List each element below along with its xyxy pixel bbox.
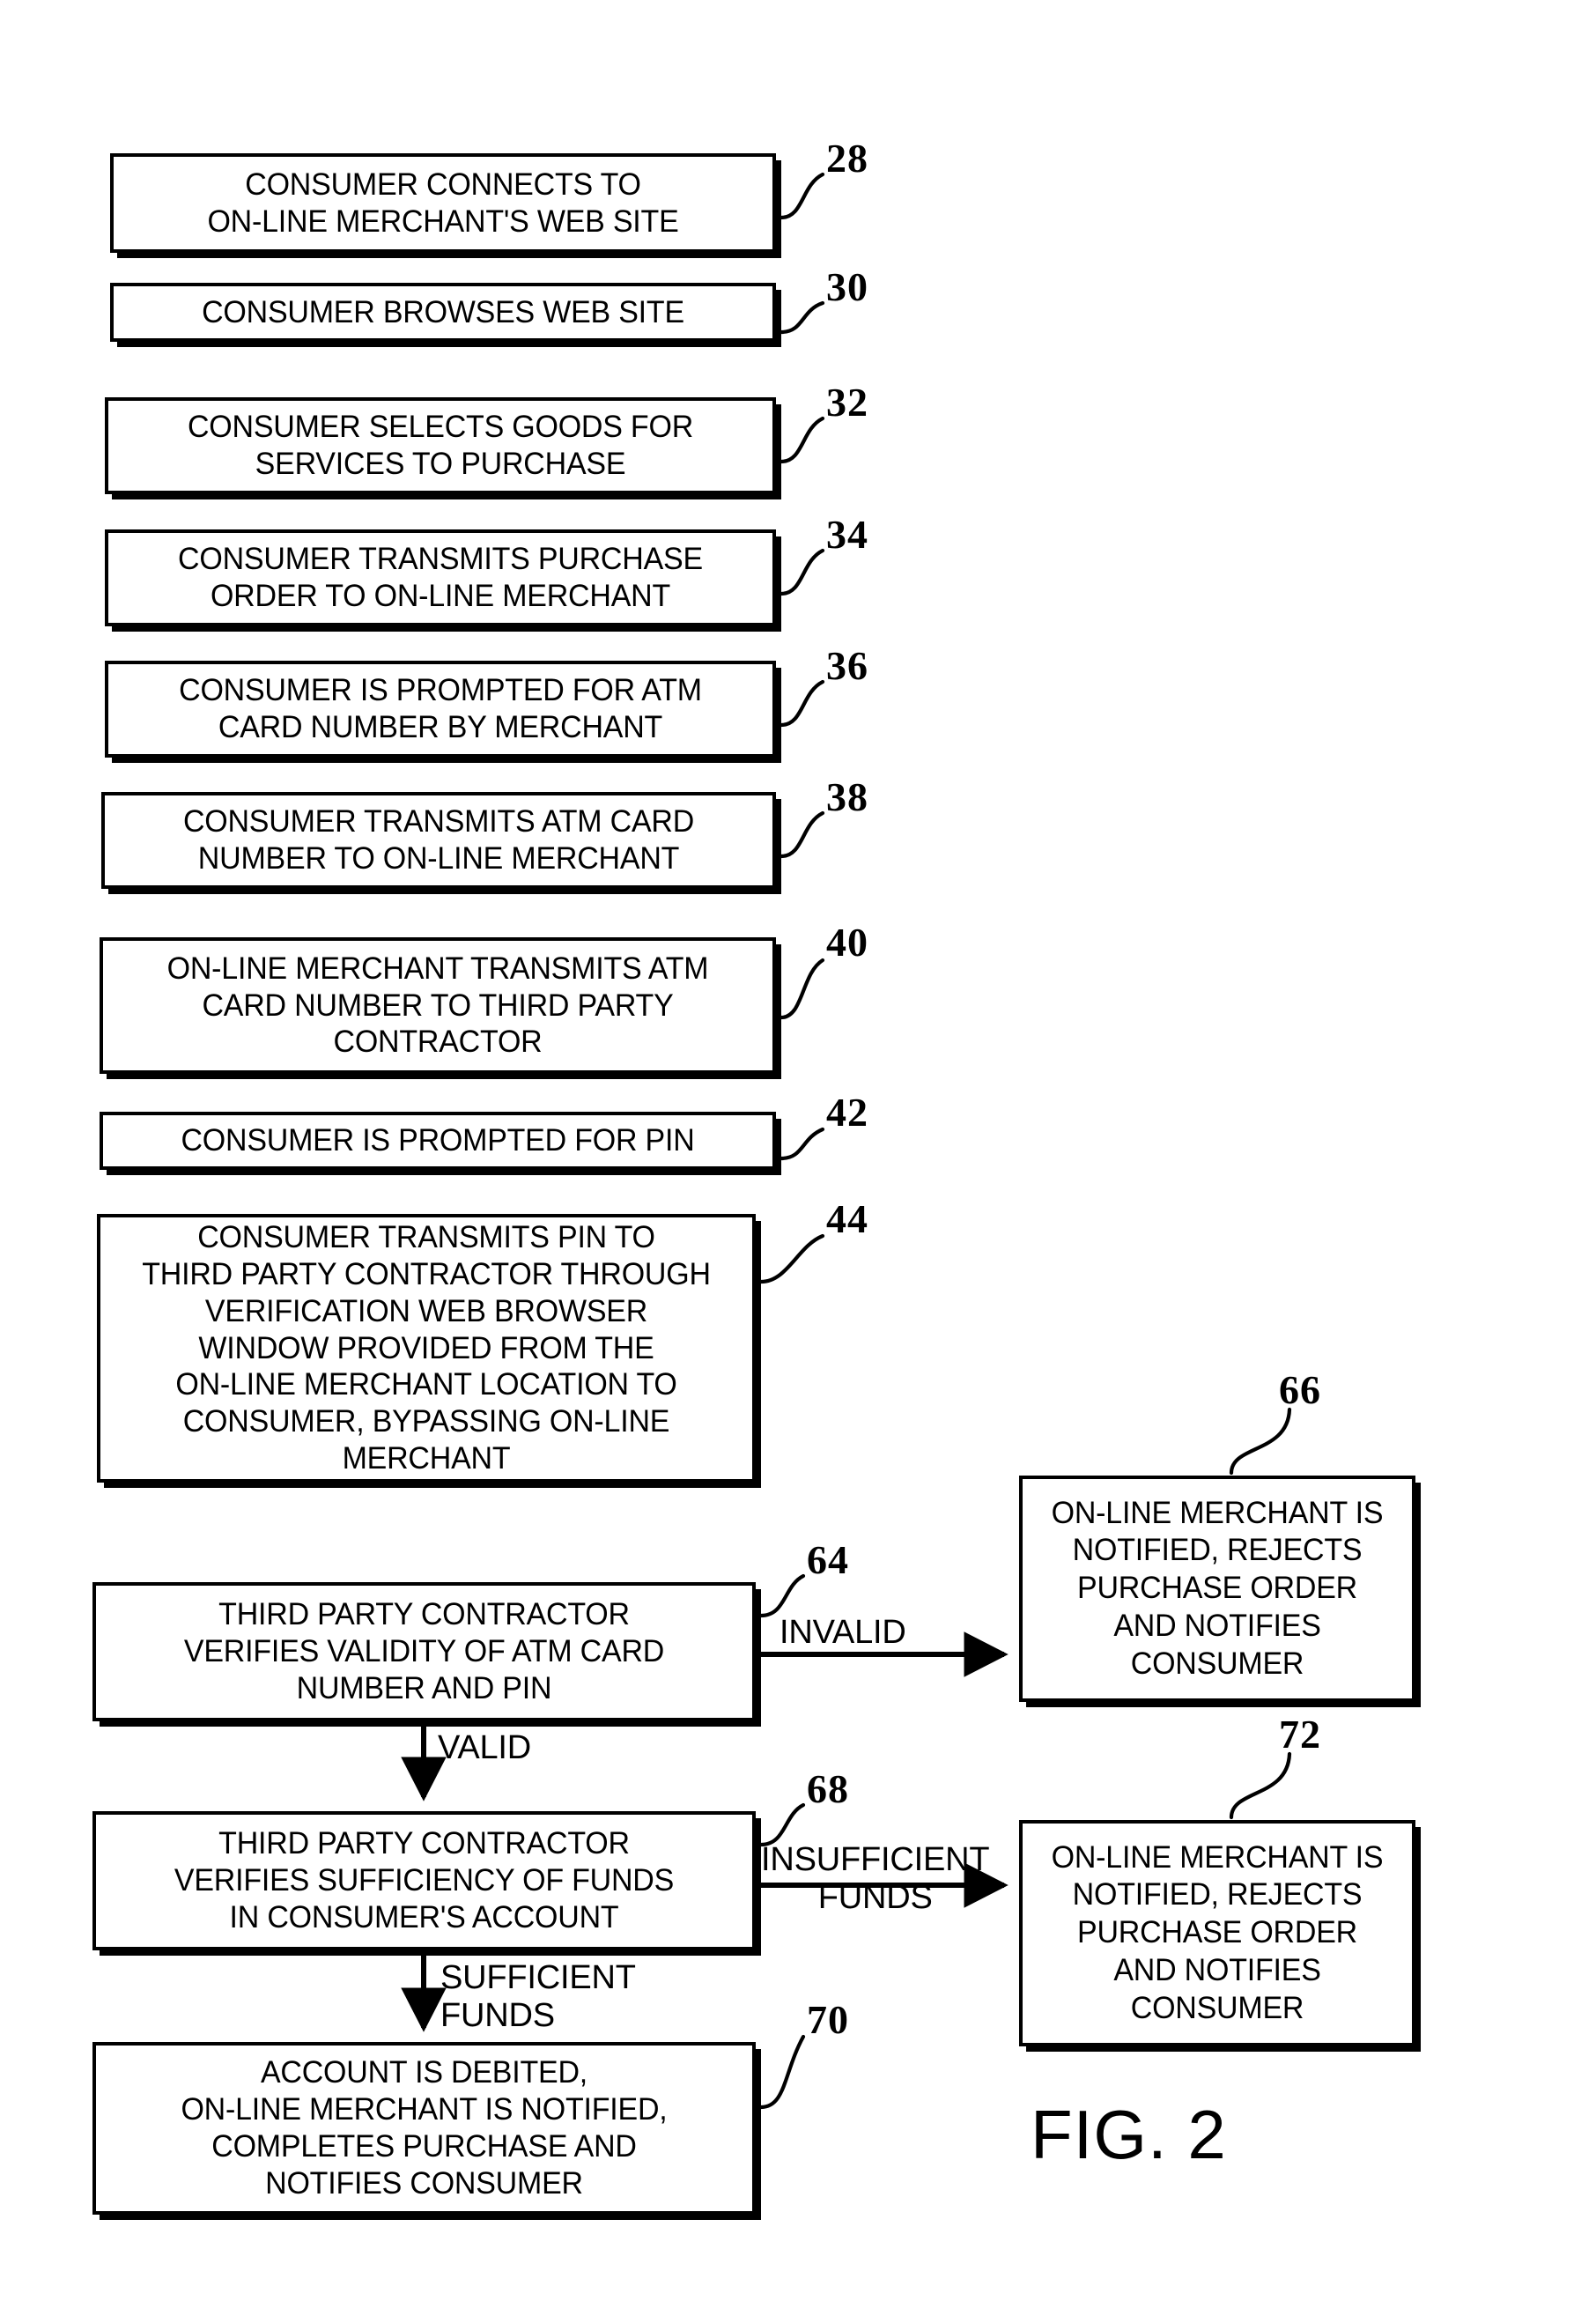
- reference-numeral-40: 40: [826, 920, 868, 965]
- decision-box-68-text: THIRD PARTY CONTRACTOR VERIFIES SUFFICIE…: [174, 1826, 675, 1935]
- leader-line-28: [779, 172, 825, 220]
- leader-line-42: [779, 1127, 825, 1161]
- patent-figure-2: CONSUMER CONNECTS TO ON-LINE MERCHANT'S …: [0, 0, 1596, 2323]
- leader-line-34: [779, 548, 825, 596]
- process-box-32: CONSUMER SELECTS GOODS FOR SERVICES TO P…: [105, 397, 776, 494]
- leader-line-32: [779, 416, 825, 464]
- reference-numeral-34: 34: [826, 512, 868, 557]
- edge-label-valid: VALID: [438, 1729, 532, 1766]
- process-box-70-text: ACCOUNT IS DEBITED, ON-LINE MERCHANT IS …: [181, 2055, 668, 2201]
- reference-numeral-32: 32: [826, 380, 868, 425]
- leader-line-70: [758, 2034, 806, 2110]
- process-box-42: CONSUMER IS PROMPTED FOR PIN: [100, 1112, 776, 1170]
- leader-line-38: [779, 810, 825, 859]
- process-box-70: ACCOUNT IS DEBITED, ON-LINE MERCHANT IS …: [92, 2042, 756, 2215]
- leader-line-72: [1229, 1751, 1292, 1820]
- decision-box-64-text: THIRD PARTY CONTRACTOR VERIFIES VALIDITY…: [183, 1597, 665, 1705]
- reference-numeral-30: 30: [826, 264, 868, 309]
- process-box-44-text: CONSUMER TRANSMITS PIN TO THIRD PARTY CO…: [142, 1220, 711, 1476]
- reference-numeral-68: 68: [807, 1766, 849, 1811]
- reference-numeral-28: 28: [826, 136, 868, 181]
- reference-numeral-64: 64: [807, 1537, 849, 1582]
- reference-numeral-42: 42: [826, 1090, 868, 1135]
- figure-caption: FIG. 2: [1031, 2096, 1227, 2173]
- reference-numeral-44: 44: [826, 1196, 868, 1241]
- leader-line-36: [779, 679, 825, 728]
- reference-numeral-36: 36: [826, 643, 868, 688]
- process-box-38-text: CONSUMER TRANSMITS ATM CARD NUMBER TO ON…: [182, 804, 695, 876]
- leader-line-40: [779, 958, 825, 1020]
- reference-numeral-72: 72: [1279, 1712, 1321, 1757]
- reject-box-72-text: ON-LINE MERCHANT IS NOTIFIED, REJECTS PU…: [1051, 1839, 1384, 2025]
- edge-label-insufficient-funds: INSUFFICIENT FUNDS: [761, 1841, 990, 1916]
- leader-line-64: [758, 1573, 806, 1618]
- leader-line-44: [758, 1233, 825, 1284]
- process-box-30: CONSUMER BROWSES WEB SITE: [110, 283, 776, 342]
- reject-box-66-text: ON-LINE MERCHANT IS NOTIFIED, REJECTS PU…: [1051, 1495, 1384, 1681]
- process-box-30-text: CONSUMER BROWSES WEB SITE: [202, 294, 684, 329]
- process-box-34-text: CONSUMER TRANSMITS PURCHASE ORDER TO ON-…: [178, 542, 703, 613]
- reference-numeral-38: 38: [826, 774, 868, 819]
- edge-label-invalid: INVALID: [780, 1614, 906, 1651]
- process-box-42-text: CONSUMER IS PROMPTED FOR PIN: [181, 1123, 695, 1158]
- process-box-40: ON-LINE MERCHANT TRANSMITS ATM CARD NUMB…: [100, 937, 776, 1074]
- decision-box-64: THIRD PARTY CONTRACTOR VERIFIES VALIDITY…: [92, 1582, 756, 1721]
- process-box-36: CONSUMER IS PROMPTED FOR ATM CARD NUMBER…: [105, 661, 776, 758]
- reference-numeral-66: 66: [1279, 1367, 1321, 1412]
- edge-label-sufficient-funds: SUFFICIENT FUNDS: [440, 1959, 636, 2034]
- process-box-44: CONSUMER TRANSMITS PIN TO THIRD PARTY CO…: [97, 1214, 756, 1483]
- reference-numeral-70: 70: [807, 1997, 849, 2042]
- leader-line-66: [1229, 1407, 1292, 1476]
- reject-box-72: ON-LINE MERCHANT IS NOTIFIED, REJECTS PU…: [1019, 1820, 1415, 2046]
- process-box-40-text: ON-LINE MERCHANT TRANSMITS ATM CARD NUMB…: [166, 951, 709, 1060]
- process-box-28-text: CONSUMER CONNECTS TO ON-LINE MERCHANT'S …: [207, 166, 679, 239]
- process-box-36-text: CONSUMER IS PROMPTED FOR ATM CARD NUMBER…: [179, 673, 702, 744]
- process-box-28: CONSUMER CONNECTS TO ON-LINE MERCHANT'S …: [110, 153, 776, 253]
- reject-box-66: ON-LINE MERCHANT IS NOTIFIED, REJECTS PU…: [1019, 1476, 1415, 1702]
- leader-line-68: [758, 1802, 806, 1847]
- decision-box-68: THIRD PARTY CONTRACTOR VERIFIES SUFFICIE…: [92, 1811, 756, 1950]
- leader-line-30: [779, 300, 825, 335]
- process-box-38: CONSUMER TRANSMITS ATM CARD NUMBER TO ON…: [101, 792, 776, 889]
- process-box-34: CONSUMER TRANSMITS PURCHASE ORDER TO ON-…: [105, 529, 776, 626]
- process-box-32-text: CONSUMER SELECTS GOODS FOR SERVICES TO P…: [187, 410, 694, 481]
